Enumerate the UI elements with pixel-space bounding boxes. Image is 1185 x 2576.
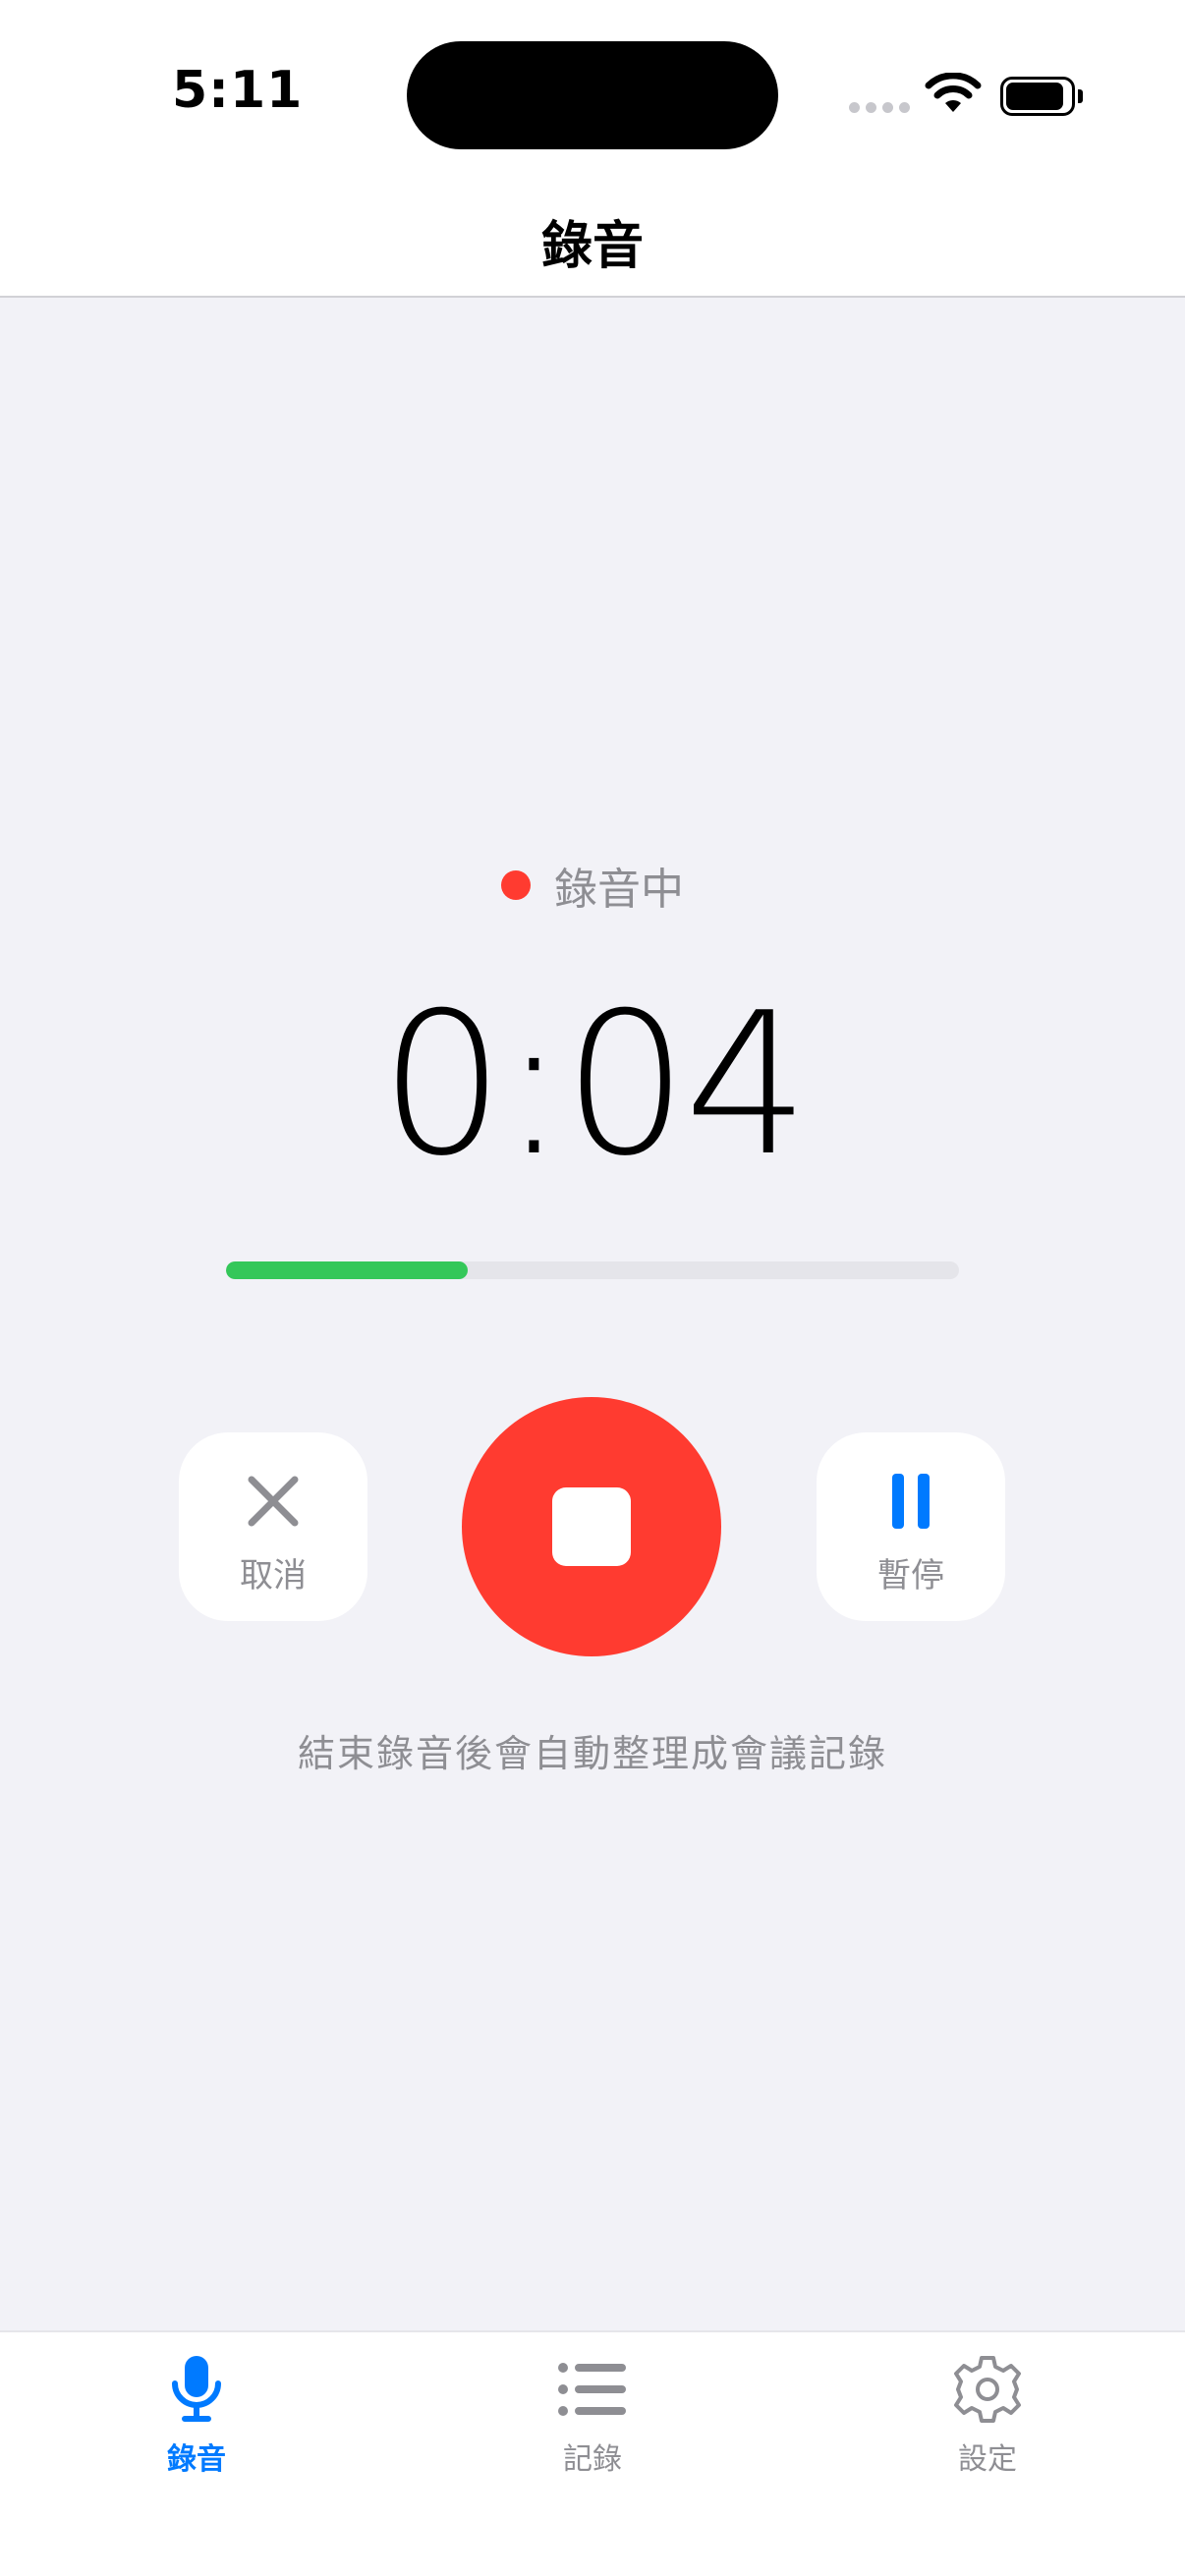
tab-bar: 錄音 記錄 設定	[0, 2330, 1185, 2576]
cancel-button-label: 取消	[240, 1556, 307, 1596]
close-icon	[248, 1476, 299, 1527]
battery-icon	[1000, 77, 1083, 116]
list-icon	[558, 2363, 626, 2416]
tab-record-label: 錄音	[167, 2442, 226, 2477]
recording-status-label: 錄音中	[554, 865, 684, 915]
cancel-button[interactable]: 取消	[179, 1432, 367, 1621]
recording-screen: 5:11 錄音 錄音中 0:04 取消 暫停 結束錄音後會自動整理成會議記錄 錄…	[0, 0, 1185, 2576]
recording-progress-bar	[226, 1261, 959, 1279]
microphone-icon	[172, 2356, 221, 2422]
tab-history-label: 記錄	[563, 2442, 622, 2477]
top-bar: 5:11 錄音	[0, 0, 1185, 298]
stop-icon	[552, 1487, 631, 1566]
wifi-icon	[925, 73, 982, 112]
tab-record[interactable]: 錄音	[98, 2354, 295, 2492]
recording-progress-fill	[226, 1261, 469, 1279]
pause-icon	[892, 1474, 930, 1529]
recording-timer: 0:04	[379, 971, 809, 1200]
gear-icon	[954, 2356, 1021, 2423]
cellular-signal-icon	[849, 102, 910, 118]
recording-dot-icon	[501, 870, 531, 900]
stop-button[interactable]	[462, 1397, 721, 1656]
recording-status: 錄音中	[0, 851, 1185, 920]
pause-button-label: 暫停	[877, 1556, 944, 1596]
dynamic-island	[407, 41, 778, 149]
tab-settings[interactable]: 設定	[889, 2354, 1086, 2492]
hint-text: 結束錄音後會自動整理成會議記錄	[297, 1732, 887, 1775]
tab-settings-label: 設定	[958, 2442, 1017, 2477]
page-title: 錄音	[540, 217, 644, 276]
tab-history[interactable]: 記錄	[494, 2354, 691, 2492]
pause-button[interactable]: 暫停	[817, 1432, 1005, 1621]
status-time: 5:11	[172, 61, 304, 120]
